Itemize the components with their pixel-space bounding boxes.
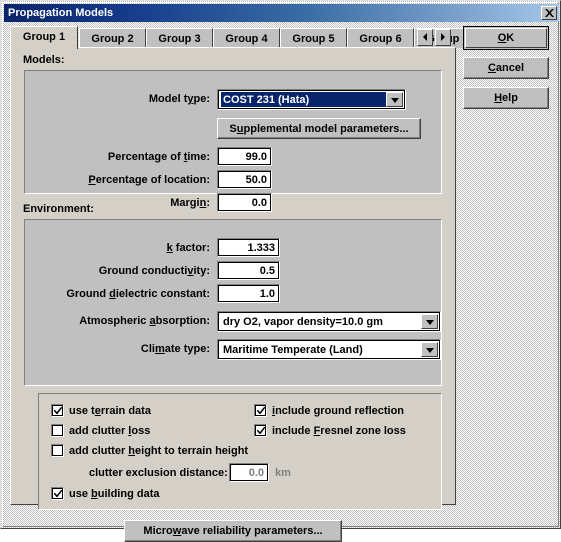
atmospheric-absorption-dropdown-arrow[interactable] xyxy=(421,314,438,329)
percentage-of-location-input[interactable]: 50.0 xyxy=(217,170,272,189)
checkbox-include-ground-reflection[interactable]: include ground reflection xyxy=(254,404,404,417)
clutter-exclusion-distance-unit: km xyxy=(275,467,291,479)
k-factor-input[interactable]: 1.333 xyxy=(217,238,280,257)
margin-input[interactable]: 0.0 xyxy=(217,193,272,212)
checkbox-label: use building data xyxy=(69,487,160,500)
checkbox-box xyxy=(51,424,64,437)
triangle-right-icon xyxy=(440,32,446,44)
atmospheric-absorption-label: Atmospheric absorption: xyxy=(79,315,210,327)
tab-group-4[interactable]: Group 4 xyxy=(213,28,280,48)
tab-label: Group 4 xyxy=(225,32,268,45)
atmospheric-absorption-combo[interactable]: dry O2, vapor density=10.0 gm xyxy=(217,311,441,332)
tab-group-3[interactable]: Group 3 xyxy=(146,28,213,48)
checkbox-box xyxy=(51,404,64,417)
triangle-left-icon xyxy=(422,32,428,44)
microwave-button-label: Microwave reliability parameters... xyxy=(143,525,323,537)
check-icon xyxy=(54,489,63,501)
ground-dielectric-constant-label: Ground dielectric constant: xyxy=(66,288,210,300)
window-title: Propagation Models xyxy=(8,7,114,19)
checkbox-include-fresnel-zone-loss[interactable]: include Fresnel zone loss xyxy=(254,424,406,437)
checkbox-label: add clutter loss xyxy=(69,424,151,437)
help-button-label: Help xyxy=(494,92,518,104)
k-factor-label: k factor: xyxy=(166,242,210,254)
ground-conductivity-label: Ground conductivity: xyxy=(98,265,210,277)
environment-section-title: Environment: xyxy=(23,203,94,215)
checkbox-add-clutter-height-to-terrain-height[interactable]: add clutter height to terrain height xyxy=(51,444,248,457)
percentage-of-time-label: Percentage of time: xyxy=(107,151,210,163)
clutter-exclusion-distance-input[interactable]: 0.0 xyxy=(229,463,269,482)
model-type-value: COST 231 (Hata) xyxy=(221,92,386,107)
climate-type-value: Maritime Temperate (Land) xyxy=(223,343,363,356)
chevron-down-icon xyxy=(425,316,434,328)
models-panel: Model type: COST 231 (Hata) Supplemental… xyxy=(24,70,442,212)
tab-group-1[interactable]: Group 1 xyxy=(10,26,78,49)
model-type-dropdown-arrow[interactable] xyxy=(386,92,403,107)
chevron-down-icon xyxy=(390,94,399,106)
tab-group-5[interactable]: Group 5 xyxy=(280,28,347,48)
close-button[interactable] xyxy=(541,6,557,20)
ok-button-inner: OK xyxy=(465,28,547,48)
tab-label: Group 5 xyxy=(292,32,335,45)
ok-button-label: OK xyxy=(497,32,515,44)
supplemental-button-label: Supplemental model parameters... xyxy=(229,122,409,135)
help-button[interactable]: Help xyxy=(463,87,549,109)
environment-panel: k factor: 1.333 Ground conductivity: 0.5… xyxy=(24,219,442,386)
tab-group-6[interactable]: Group 6 xyxy=(347,28,414,48)
ok-button[interactable]: OK xyxy=(463,26,549,50)
ground-dielectric-constant-input[interactable]: 1.0 xyxy=(217,284,280,303)
chevron-down-icon xyxy=(425,344,434,356)
options-group-box: use terrain data add clutter loss add cl… xyxy=(38,393,442,510)
ground-conductivity-input[interactable]: 0.5 xyxy=(217,261,280,280)
percentage-of-location-label: Percentage of location: xyxy=(88,174,210,186)
checkbox-label: add clutter height to terrain height xyxy=(69,444,249,457)
tab-page-group-1: Models: Model type: COST 231 (Hata) Supp… xyxy=(10,47,456,542)
check-icon xyxy=(257,406,266,418)
checkbox-box xyxy=(254,424,267,437)
cancel-button[interactable]: Cancel xyxy=(463,57,549,79)
checkbox-add-clutter-loss[interactable]: add clutter loss xyxy=(51,424,150,437)
cancel-button-label: Cancel xyxy=(487,62,525,74)
tab-scroll-prev-button[interactable] xyxy=(417,29,433,46)
title-bar[interactable]: Propagation Models xyxy=(4,4,559,22)
checkbox-box xyxy=(254,404,267,417)
tab-label: Group 2 xyxy=(91,32,134,45)
checkbox-label: include ground reflection xyxy=(272,404,405,417)
supplemental-model-parameters-button[interactable]: Supplemental model parameters... xyxy=(217,118,421,139)
propagation-models-dialog: Propagation Models Group 1 Group 2 Group… xyxy=(0,0,561,542)
model-type-label: Model type: xyxy=(148,93,210,105)
tab-label: Group 1 xyxy=(22,31,66,43)
checkbox-label: include Fresnel zone loss xyxy=(272,424,406,437)
tab-group-2[interactable]: Group 2 xyxy=(79,28,146,48)
clutter-exclusion-distance-label: clutter exclusion distance: xyxy=(89,467,228,479)
check-icon xyxy=(257,426,266,438)
microwave-reliability-parameters-button[interactable]: Microwave reliability parameters... xyxy=(124,520,342,542)
checkbox-box xyxy=(51,444,64,457)
checkbox-use-terrain-data[interactable]: use terrain data xyxy=(51,404,151,417)
climate-type-dropdown-arrow[interactable] xyxy=(421,342,438,357)
tab-scroll-next-button[interactable] xyxy=(435,29,451,46)
checkbox-use-building-data[interactable]: use building data xyxy=(51,487,159,500)
tab-label: Group 6 xyxy=(359,32,402,45)
percentage-of-time-input[interactable]: 99.0 xyxy=(217,147,272,166)
tab-strip: Group 1 Group 2 Group 3 Group 4 Group 5 … xyxy=(10,26,481,49)
checkbox-box xyxy=(51,487,64,500)
tab-label: Group 3 xyxy=(158,32,201,45)
checkbox-label: use terrain data xyxy=(69,404,151,417)
model-type-combo[interactable]: COST 231 (Hata) xyxy=(217,89,406,110)
atmospheric-absorption-value: dry O2, vapor density=10.0 gm xyxy=(223,315,383,328)
climate-type-combo[interactable]: Maritime Temperate (Land) xyxy=(217,339,441,360)
climate-type-label: Climate type: xyxy=(140,343,210,355)
close-icon xyxy=(544,9,554,17)
models-section-title: Models: xyxy=(23,54,65,66)
check-icon xyxy=(54,406,63,418)
